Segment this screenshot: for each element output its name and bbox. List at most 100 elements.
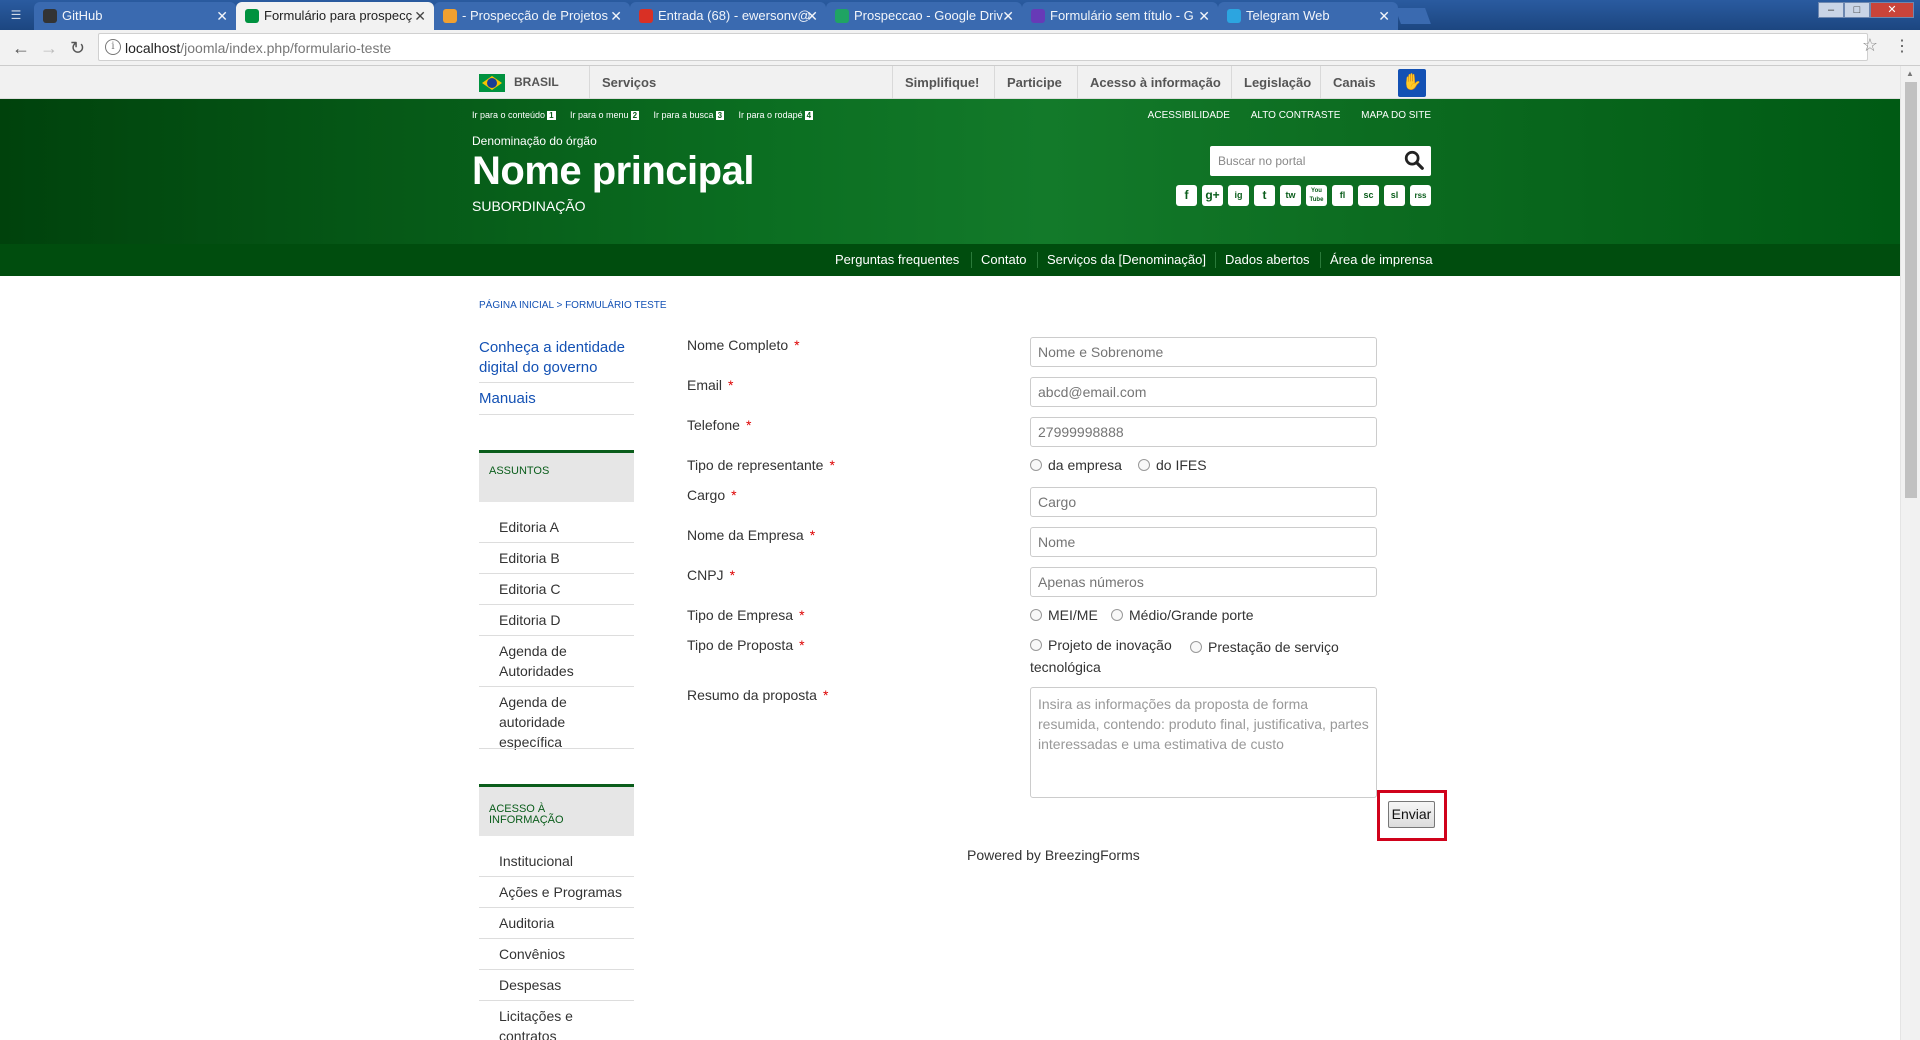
cargo-input[interactable] [1030,487,1377,517]
label-tipo-representante: Tipo de representante * [687,457,835,473]
radio-circle-icon[interactable] [1190,641,1202,653]
sidebar-item-agenda-autoridades[interactable]: Agenda de Autoridades [499,641,589,681]
browser-tab[interactable]: Prospeccao - Google Driv ✕ [826,2,1022,30]
tab-close-icon[interactable]: ✕ [414,2,426,30]
reload-icon[interactable]: ↻ [70,38,85,58]
accessibility-sign-icon[interactable]: ✋ [1398,69,1426,97]
sidebar-link-manuais[interactable]: Manuais [479,389,634,409]
sidebar-item-convenios[interactable]: Convênios [499,944,634,964]
radio-da-empresa[interactable]: da empresa [1030,457,1122,473]
maximize-icon[interactable]: □ [1844,2,1870,18]
new-tab-button[interactable] [1395,8,1431,24]
enviar-button[interactable]: Enviar [1388,801,1435,828]
radio-circle-icon[interactable] [1138,459,1150,471]
browser-tab[interactable]: GitHub ✕ [34,2,236,30]
menu-servicos[interactable]: Serviços da [Denominação] [1037,244,1216,276]
menu-contato[interactable]: Contato [971,244,1037,276]
sidebar-link-identidade[interactable]: Conheça a identidade digital do governo [479,338,634,378]
browser-tab[interactable]: - Prospecção de Projetos ✕ [434,2,630,30]
portal-search[interactable]: Buscar no portal [1210,146,1431,176]
scrollbar-thumb[interactable] [1905,82,1917,498]
skip-link[interactable]: Ir para o rodapé 4 [739,110,814,120]
breadcrumb-current[interactable]: FORMULÁRIO TESTE [565,300,667,311]
radio-circle-icon[interactable] [1111,609,1123,621]
tab-close-icon[interactable]: ✕ [1198,2,1210,30]
radio-prestacao-servico[interactable]: Prestação de serviço tecnológica [1030,637,1375,677]
tab-close-icon[interactable]: ✕ [610,2,622,30]
sidebar-item-auditoria[interactable]: Auditoria [499,913,634,933]
browser-tab[interactable]: Formulário sem título - G ✕ [1022,2,1218,30]
radio-mei-me[interactable]: MEI/ME [1030,607,1098,623]
radio-do-ifes[interactable]: do IFES [1138,457,1207,473]
sitemap-link[interactable]: MAPA DO SITE [1361,110,1431,121]
tab-close-icon[interactable]: ✕ [806,2,818,30]
browser-tab[interactable]: Telegram Web ✕ [1218,2,1398,30]
resumo-proposta-textarea[interactable]: Insira as informações da proposta de for… [1030,687,1377,798]
sidebar-item-despesas[interactable]: Despesas [499,975,634,995]
telefone-input[interactable] [1030,417,1377,447]
tab-close-icon[interactable]: ✕ [1378,2,1390,30]
forward-icon[interactable]: → [40,38,58,58]
sidebar-section-assuntos[interactable]: ASSUNTOS [479,450,634,502]
tumblr-icon[interactable]: t [1254,185,1275,206]
menu-dados-abertos[interactable]: Dados abertos [1215,244,1320,276]
gov-bar-canais[interactable]: Canais [1320,66,1388,99]
search-icon[interactable] [1403,149,1425,171]
radio-circle-icon[interactable] [1030,459,1042,471]
minimize-icon[interactable]: – [1818,2,1844,18]
nome-completo-input[interactable] [1030,337,1377,367]
sidebar-item-editoria-b[interactable]: Editoria B [499,548,634,568]
window-menu-icon[interactable]: ☰ [6,7,26,23]
sidebar-item-editoria-c[interactable]: Editoria C [499,579,634,599]
address-bar[interactable]: i localhost/joomla/index.php/formulario-… [98,33,1868,61]
skip-link[interactable]: Ir para o conteúdo 1 [472,110,556,120]
gov-bar-legislacao[interactable]: Legislação [1231,66,1323,99]
scroll-up-icon[interactable]: ▲ [1906,69,1914,78]
bookmark-star-icon[interactable]: ☆ [1862,35,1878,56]
browser-tab[interactable]: Formulário para prospecç ✕ [236,2,434,30]
sidebar-item-institucional[interactable]: Institucional [499,851,634,871]
slideshare-icon[interactable]: sl [1384,185,1405,206]
sidebar-item-editoria-a[interactable]: Editoria A [499,517,634,537]
menu-imprensa[interactable]: Área de imprensa [1320,244,1443,276]
sidebar-item-acoes-programas[interactable]: Ações e Programas [499,882,634,902]
breadcrumb-home[interactable]: PÁGINA INICIAL [479,300,554,311]
sidebar-item-licitacoes[interactable]: Licitações e contratos [499,1006,589,1040]
skip-link[interactable]: Ir para o menu 2 [570,110,640,120]
tab-close-icon[interactable]: ✕ [216,2,228,30]
menu-faq[interactable]: Perguntas frequentes [825,244,969,276]
tab-close-icon[interactable]: ✕ [1002,2,1014,30]
gov-bar-participe[interactable]: Participe [994,66,1074,99]
email-input[interactable] [1030,377,1377,407]
gov-bar-acesso[interactable]: Acesso à informação [1077,66,1233,99]
accessibility-link[interactable]: ACESSIBILIDADE [1148,110,1230,121]
flickr-icon[interactable]: fl [1332,185,1353,206]
rss-icon[interactable]: rss [1410,185,1431,206]
close-window-icon[interactable]: ✕ [1870,2,1914,18]
sidebar-item-agenda-especifica[interactable]: Agenda de autoridade específica [499,692,589,752]
site-info-icon[interactable]: i [105,39,121,55]
sidebar-divider [479,1000,634,1001]
soundcloud-icon[interactable]: sc [1358,185,1379,206]
vertical-scrollbar[interactable]: ▲ [1900,66,1920,1040]
google-plus-icon[interactable]: g+ [1202,185,1223,206]
twitter-icon[interactable]: tw [1280,185,1301,206]
browser-menu-icon[interactable]: ⋮ [1894,36,1910,56]
site-title[interactable]: Nome principal [472,149,754,194]
sidebar-section-acesso-informacao[interactable]: ACESSO À INFORMAÇÃO [479,784,634,836]
radio-medio-grande[interactable]: Médio/Grande porte [1111,607,1254,623]
instagram-icon[interactable]: ig [1228,185,1249,206]
skip-link[interactable]: Ir para a busca 3 [654,110,725,120]
facebook-icon[interactable]: f [1176,185,1197,206]
nome-empresa-input[interactable] [1030,527,1377,557]
country-label[interactable]: BRASIL [514,66,559,99]
browser-tab[interactable]: Entrada (68) - ewersonv@ ✕ [630,2,826,30]
back-icon[interactable]: ← [12,38,30,58]
gov-bar-servicos[interactable]: Serviços [589,66,668,99]
high-contrast-link[interactable]: ALTO CONTRASTE [1251,110,1341,121]
radio-circle-icon[interactable] [1030,609,1042,621]
cnpj-input[interactable] [1030,567,1377,597]
sidebar-item-editoria-d[interactable]: Editoria D [499,610,634,630]
youtube-icon[interactable]: You Tube [1306,185,1327,206]
gov-bar-simplifique[interactable]: Simplifique! [892,66,991,99]
